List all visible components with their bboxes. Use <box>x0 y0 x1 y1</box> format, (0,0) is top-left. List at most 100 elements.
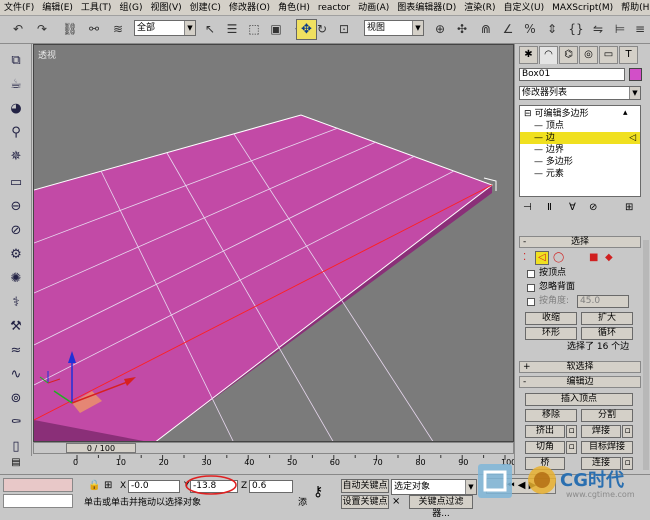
panel-scrollbar[interactable] <box>643 240 649 470</box>
gear-icon[interactable]: ✺ <box>6 268 26 288</box>
angle-snap-icon[interactable]: ∠ <box>498 19 518 39</box>
element-mode-icon[interactable]: ◆ <box>605 252 613 263</box>
time-slider[interactable]: 0 / 100 <box>33 442 514 454</box>
select-move-active-icon[interactable]: ✥ <box>296 19 317 40</box>
select-by-name-icon[interactable]: ☰ <box>222 19 242 39</box>
hierarchy-tab-icon[interactable]: ⌬ <box>559 46 578 64</box>
modify-tab-icon[interactable]: ◠ <box>539 46 558 64</box>
angle-spinner[interactable]: 45.0 <box>577 295 629 308</box>
star-icon[interactable]: ✵ <box>6 146 26 166</box>
spacewarp-icon[interactable]: ∿ <box>6 364 26 384</box>
expand-icon[interactable]: ⊟ <box>524 109 532 119</box>
stack-item[interactable]: — 多边形 <box>520 156 640 168</box>
by-vertex-checkbox[interactable] <box>527 270 535 278</box>
menu-item[interactable]: 编辑(E) <box>38 0 77 16</box>
loop-button[interactable]: 循环 <box>581 327 633 340</box>
weld-settings-icon[interactable]: ▫ <box>622 425 633 438</box>
menu-item[interactable]: 渲染(R) <box>460 0 499 16</box>
unlink-icon[interactable]: ⚯ <box>84 19 104 39</box>
maxscript-input[interactable] <box>3 494 73 508</box>
window-crossing-icon[interactable]: ▣ <box>266 19 286 39</box>
helper-icon[interactable]: ⚒ <box>6 316 26 336</box>
select-scale-icon[interactable]: ⊡ <box>334 19 354 39</box>
edge-mode-icon[interactable]: ◁ <box>535 251 549 265</box>
paint-icon[interactable]: ⚲ <box>6 122 26 142</box>
show-end-result-icon[interactable]: Ⅱ <box>547 202 552 213</box>
filter-icon[interactable]: ▤ <box>3 457 29 471</box>
layer-manager-icon[interactable]: ≡ <box>630 19 650 39</box>
menu-item[interactable]: 角色(H) <box>274 0 314 16</box>
x-coord-field[interactable]: -0.0 <box>128 480 180 493</box>
hierarchy-icon[interactable]: ⚕ <box>6 292 26 312</box>
bind-spacewarp-icon[interactable]: ≋ <box>108 19 128 39</box>
menu-item[interactable]: 帮助(H) <box>617 0 650 16</box>
pivot-center-icon[interactable]: ⊕ <box>430 19 450 39</box>
key-icon[interactable]: ⚷ <box>313 484 323 500</box>
menu-item[interactable]: 自定义(U) <box>500 0 549 16</box>
cylinder-icon[interactable]: ⊖ <box>6 196 26 216</box>
make-unique-icon[interactable]: ∀ <box>569 202 576 213</box>
split-button[interactable]: 分割 <box>581 409 633 422</box>
manipulate-icon[interactable]: ✣ <box>452 19 472 39</box>
chamfer-settings-icon[interactable]: ▫ <box>566 441 577 454</box>
teapot-icon[interactable]: ☕ <box>6 74 26 94</box>
configure-sets-icon[interactable]: ⊞ <box>625 202 633 213</box>
ignore-backfacing-checkbox[interactable] <box>527 284 535 292</box>
select-object-icon[interactable]: ↖ <box>200 19 220 39</box>
soft-selection-rollout-header[interactable]: + 软选择 <box>519 361 641 373</box>
stack-scroll[interactable]: ▴ <box>623 108 628 118</box>
stack-item[interactable]: — 边 ◁ <box>520 132 640 144</box>
menu-item[interactable]: 文件(F) <box>0 0 38 16</box>
shrink-button[interactable]: 收缩 <box>525 312 577 325</box>
object-color-swatch[interactable] <box>629 68 642 81</box>
stack-item[interactable]: ⊟ 可编辑多边形 <box>520 108 640 120</box>
time-slider-thumb[interactable]: 0 / 100 <box>66 443 136 453</box>
extrude-button[interactable]: 挤出 <box>525 425 565 438</box>
selection-rollout-header[interactable]: - 选择 <box>519 236 641 248</box>
menu-item[interactable]: 组(G) <box>115 0 146 16</box>
modifier-list-dropdown[interactable]: 修改器列表 ▼ <box>519 86 641 100</box>
percent-snap-icon[interactable]: % <box>520 19 540 39</box>
render-icon[interactable]: ▭ <box>6 172 26 192</box>
menu-item[interactable]: 工具(T) <box>77 0 116 16</box>
rectangular-selection-icon[interactable]: ⬚ <box>244 19 264 39</box>
insert-vertex-button[interactable]: 插入顶点 <box>525 393 633 406</box>
reference-coordinate-dropdown[interactable]: 视图 ▼ <box>364 20 424 36</box>
selection-filter-dropdown[interactable]: 全部 ▼ <box>134 20 196 36</box>
absolute-mode-icon[interactable]: ⊞ <box>104 480 112 491</box>
menu-item[interactable]: 图表编辑器(D) <box>393 0 460 16</box>
selected-objects-dropdown[interactable]: 选定对象 ▼ <box>391 479 477 495</box>
auto-key-button[interactable]: 自动关键点 <box>341 479 389 493</box>
set-key-button[interactable]: 设置关键点 <box>341 495 389 509</box>
by-angle-checkbox[interactable] <box>527 298 535 306</box>
weld-button[interactable]: 焊接 <box>581 425 621 438</box>
cone-icon[interactable]: ⚰ <box>6 412 26 432</box>
menu-item[interactable]: 视图(V) <box>146 0 185 16</box>
menu-item[interactable]: MAXScript(M) <box>548 0 617 16</box>
ring-button[interactable]: 环形 <box>525 327 577 340</box>
perspective-viewport[interactable]: 透视 <box>33 44 514 442</box>
target-weld-button[interactable]: 目标焊接 <box>581 441 633 454</box>
display-tab-icon[interactable]: ▭ <box>599 46 618 64</box>
maxscript-listener[interactable] <box>3 478 73 492</box>
z-coord-field[interactable]: 0.6 <box>249 480 293 493</box>
stack-item[interactable]: — 顶点 <box>520 120 640 132</box>
edit-edges-rollout-header[interactable]: - 编辑边 <box>519 376 641 388</box>
remove-modifier-icon[interactable]: ⊘ <box>589 202 597 213</box>
menu-item[interactable]: 修改器(O) <box>225 0 274 16</box>
ring-icon[interactable]: ⊚ <box>6 388 26 408</box>
pin-stack-icon[interactable]: ⊣ <box>523 202 532 213</box>
motion-tab-icon[interactable]: ◎ <box>579 46 598 64</box>
lock-icon[interactable]: 🔒 <box>88 480 100 491</box>
wrench-icon[interactable]: ⚙ <box>6 244 26 264</box>
stack-item[interactable]: — 元素 <box>520 168 640 180</box>
border-mode-icon[interactable]: ◯ <box>553 252 564 263</box>
modifier-stack[interactable]: ⊟ 可编辑多边形 — 顶点 — 边 ◁ — 边界 — 多边形 — 元素 <box>519 105 641 197</box>
extrude-settings-icon[interactable]: ▫ <box>566 425 577 438</box>
align-icon[interactable]: ⊨ <box>610 19 630 39</box>
named-selection-icon[interactable]: {} <box>566 19 586 39</box>
chamfer-button[interactable]: 切角 <box>525 441 565 454</box>
polygon-mode-icon[interactable]: ■ <box>589 252 598 263</box>
vertex-mode-icon[interactable]: ⁚ <box>523 252 526 263</box>
menu-item[interactable]: reactor <box>314 0 354 16</box>
